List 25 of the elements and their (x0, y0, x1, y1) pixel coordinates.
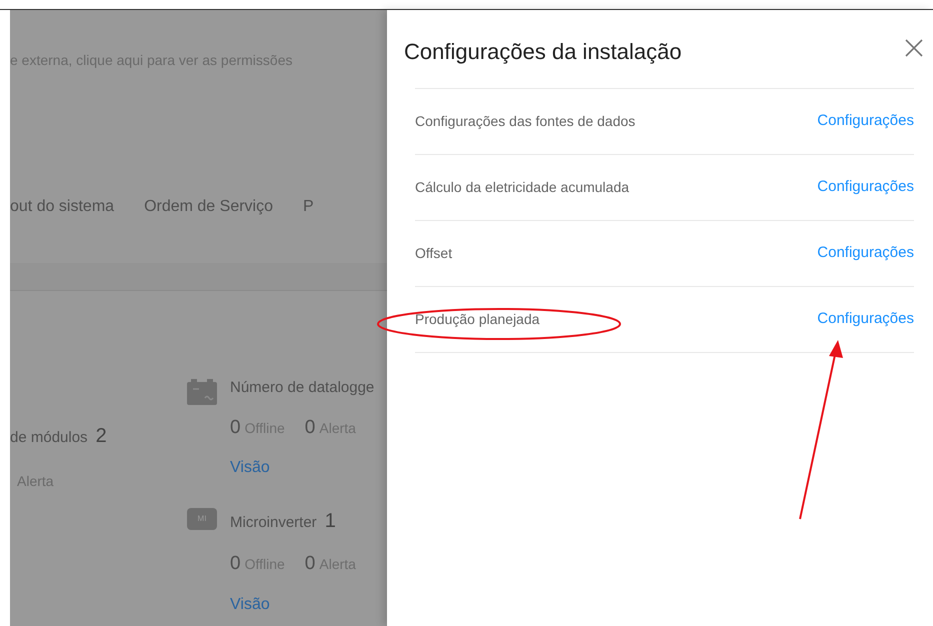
device-count: 1 (324, 509, 336, 534)
device-label: Microinverter (230, 513, 317, 533)
module-label: de módulos (10, 428, 88, 448)
close-icon[interactable] (903, 37, 925, 59)
alert-count: 0 (304, 416, 316, 440)
setting-label: Configurações das fontes de dados (415, 112, 636, 131)
nav-tab[interactable]: Ordem de Serviço (144, 195, 273, 219)
setting-label: Offset (415, 244, 452, 263)
view-link[interactable]: Visão (230, 592, 270, 616)
device-label: Número de datalogge (230, 378, 374, 398)
battery-icon (187, 379, 217, 405)
offline-count: 0 (230, 552, 241, 576)
alert-count: 0 (304, 552, 316, 576)
setting-label: Cálculo da eletricidade acumulada (415, 178, 630, 197)
settings-link[interactable]: Configurações (817, 308, 914, 331)
module-count: 2 (96, 424, 107, 449)
settings-link[interactable]: Configurações (817, 176, 914, 199)
offline-count: 0 (230, 416, 241, 440)
settings-link[interactable]: Configurações (817, 242, 914, 265)
drawer-title: Configurações da instalação (404, 38, 682, 66)
view-link[interactable]: Visão (230, 456, 270, 480)
nav-tab[interactable]: P (303, 195, 314, 219)
setting-label: Produção planejada (415, 310, 540, 329)
nav-tab[interactable]: out do sistema (10, 195, 114, 219)
settings-link[interactable]: Configurações (817, 110, 914, 133)
